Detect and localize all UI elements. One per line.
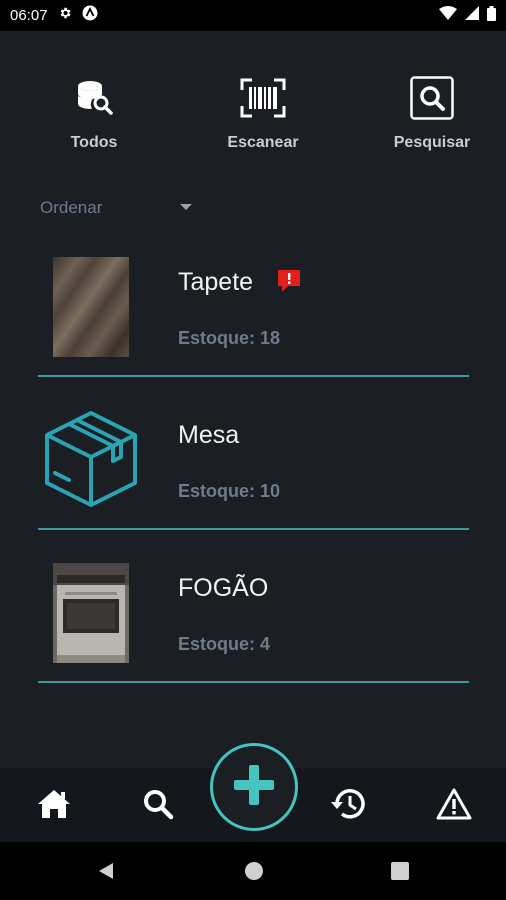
system-nav-bar — [0, 842, 506, 900]
list-item[interactable]: Mesa Estoque: 10 — [0, 391, 506, 544]
circle-home-icon — [244, 862, 264, 885]
signal-icon — [465, 6, 479, 25]
add-item-button[interactable] — [210, 743, 298, 831]
item-name: Mesa — [178, 421, 240, 449]
todos-button[interactable]: Todos — [34, 74, 154, 152]
settings-icon — [58, 6, 72, 25]
divider — [38, 375, 469, 377]
top-actions: Todos Escanear Pesquisar — [0, 74, 506, 164]
square-recents-icon — [390, 862, 410, 885]
rug-photo — [53, 257, 129, 357]
item-stock: Estoque: 4 — [178, 634, 271, 654]
recents-button[interactable] — [390, 861, 410, 886]
sort-label: Ordenar — [40, 198, 103, 217]
status-time: 06:07 — [10, 7, 48, 24]
warning-icon — [436, 788, 472, 825]
app-notification-icon — [82, 5, 98, 26]
caret-down-icon — [180, 204, 192, 210]
stove-photo — [53, 563, 129, 663]
database-search-icon — [70, 74, 118, 122]
item-stock: Estoque: 10 — [178, 481, 281, 501]
search-icon — [142, 788, 174, 825]
search-action-label: Pesquisar — [393, 134, 471, 151]
search-box-icon — [408, 74, 456, 122]
home-icon — [37, 789, 71, 824]
history-icon — [330, 787, 366, 826]
scan-button[interactable]: Escanear — [203, 74, 323, 152]
divider — [38, 528, 469, 530]
battery-icon — [487, 5, 496, 26]
back-button[interactable] — [96, 861, 116, 886]
search-nav-button[interactable] — [140, 788, 176, 824]
todos-label: Todos — [70, 134, 118, 151]
back-icon — [96, 863, 116, 885]
item-name: Tapete — [178, 268, 254, 296]
list-item[interactable]: FOGÃO Estoque: 4 — [0, 544, 506, 697]
wifi-icon — [439, 6, 457, 25]
home-button[interactable] — [36, 788, 72, 824]
alerts-button[interactable] — [436, 788, 472, 824]
barcode-scan-icon — [239, 74, 287, 122]
item-name: FOGÃO — [178, 574, 269, 602]
status-bar: 06:07 — [0, 0, 506, 31]
add-icon — [232, 763, 276, 812]
box-icon — [43, 409, 139, 507]
home-system-button[interactable] — [244, 861, 264, 886]
item-stock: Estoque: 18 — [178, 328, 281, 348]
history-button[interactable] — [330, 788, 366, 824]
search-action-button[interactable]: Pesquisar — [372, 74, 492, 152]
sort-dropdown[interactable]: Ordenar — [40, 196, 200, 220]
scan-label: Escanear — [227, 134, 299, 151]
alert-badge-icon — [276, 268, 302, 294]
divider — [38, 681, 469, 683]
list-item[interactable]: Tapete Estoque: 18 — [0, 238, 506, 391]
